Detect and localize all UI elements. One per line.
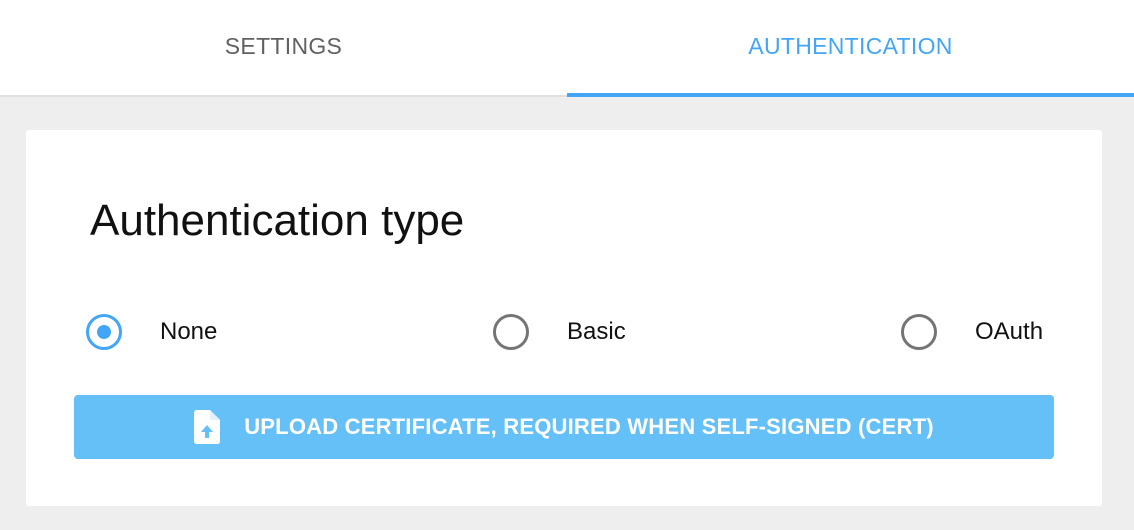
- tab-bar: SETTINGS AUTHENTICATION: [0, 0, 1134, 97]
- radio-option-none[interactable]: None: [86, 312, 217, 352]
- tab-settings[interactable]: SETTINGS: [0, 0, 567, 95]
- tab-settings-label: SETTINGS: [224, 33, 343, 59]
- radio-option-basic[interactable]: Basic: [493, 312, 626, 352]
- tab-authentication-label: AUTHENTICATION: [748, 33, 953, 59]
- radio-none[interactable]: [86, 314, 122, 350]
- radio-none-label: None: [160, 318, 218, 345]
- authentication-card: Authentication type None Basic OAuth UPL…: [26, 130, 1102, 506]
- radio-oauth-label: OAuth: [975, 318, 1044, 345]
- upload-certificate-button[interactable]: UPLOAD CERTIFICATE, REQUIRED WHEN SELF-S…: [74, 395, 1054, 459]
- radio-basic-label: Basic: [567, 318, 626, 345]
- tab-authentication[interactable]: AUTHENTICATION: [567, 0, 1134, 97]
- upload-certificate-label: UPLOAD CERTIFICATE, REQUIRED WHEN SELF-S…: [244, 414, 934, 439]
- radio-basic[interactable]: [493, 314, 529, 350]
- radio-selected-dot: [97, 325, 111, 339]
- radio-oauth[interactable]: [901, 314, 937, 350]
- radio-option-oauth[interactable]: OAuth: [901, 312, 1043, 352]
- section-title: Authentication type: [90, 196, 465, 245]
- auth-type-radio-group: None Basic OAuth: [86, 312, 1046, 352]
- file-upload-icon: [194, 410, 221, 444]
